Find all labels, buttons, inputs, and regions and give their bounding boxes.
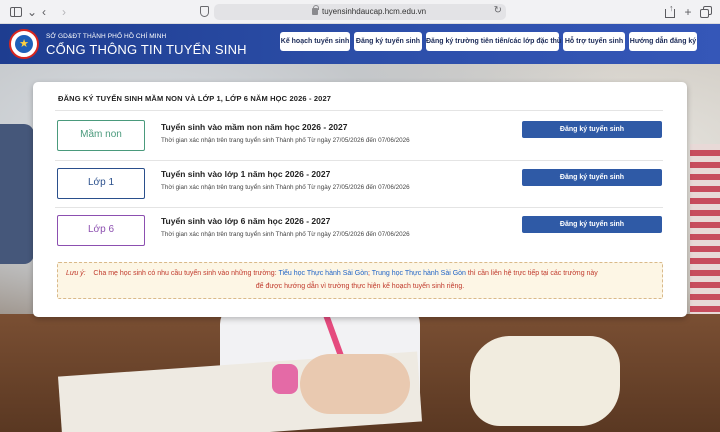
- row-sub-lop-6: Thời gian xác nhận trên trang tuyển sinh…: [161, 231, 410, 238]
- grade-box-lop-1: Lớp 1: [57, 168, 145, 199]
- row-title-mam-non: Tuyển sinh vào mầm non năm học 2026 - 20…: [161, 122, 348, 132]
- card-title: ĐĂNG KÝ TUYỂN SINH MẦM NON VÀ LỚP 1, LỚP…: [58, 94, 332, 103]
- org-name: SỞ GD&ĐT THÀNH PHỐ HỒ CHÍ MINH: [46, 33, 167, 40]
- register-button-lop-1[interactable]: Đăng ký tuyển sinh: [522, 169, 662, 186]
- divider: [55, 207, 663, 208]
- portal-title[interactable]: CỔNG THÔNG TIN TUYỂN SINH: [46, 42, 247, 57]
- row-sub-mam-non: Thời gian xác nhận trên trang tuyển sinh…: [161, 137, 410, 144]
- reload-icon[interactable]: ↻: [494, 5, 502, 16]
- divider: [55, 110, 663, 111]
- url-text: tuyensinhdaucap.hcm.edu.vn: [322, 7, 427, 16]
- divider: [55, 160, 663, 161]
- notice-box: Lưu ý: Cha mẹ học sinh có nhu cầu tuyển …: [57, 262, 663, 299]
- new-tab-icon[interactable]: +: [680, 4, 696, 20]
- address-bar[interactable]: tuyensinhdaucap.hcm.edu.vn ↻: [214, 4, 506, 20]
- nav-register[interactable]: Đăng ký tuyển sinh: [354, 32, 422, 51]
- notice-text: Cha mẹ học sinh có nhu cầu tuyển sinh và…: [93, 270, 279, 277]
- nav-enrollment-plan[interactable]: Kế hoạch tuyển sinh: [280, 32, 350, 51]
- notice-text-cont: thì cần liên hệ trực tiếp tại các trường…: [465, 270, 598, 277]
- nav-guide[interactable]: Hướng dẫn đăng ký: [629, 32, 697, 51]
- share-icon[interactable]: ↑: [662, 4, 678, 20]
- grade-box-lop-6: Lớp 6: [57, 215, 145, 246]
- notice-line-2: để được hướng dẫn vì trường thực hiện kế…: [255, 283, 465, 290]
- forward-arrow-icon[interactable]: ›: [56, 4, 72, 20]
- register-button-mam-non[interactable]: Đăng ký tuyển sinh: [522, 121, 662, 138]
- privacy-shield-icon[interactable]: [196, 4, 212, 20]
- back-arrow-icon[interactable]: ‹: [36, 4, 52, 20]
- registration-card: ĐĂNG KÝ TUYỂN SINH MẦM NON VÀ LỚP 1, LỚP…: [33, 82, 687, 317]
- nav-advanced-schools[interactable]: Đăng ký trường tiên tiến/các lớp đặc thù: [426, 32, 561, 51]
- sidebar-toggle-icon[interactable]: [8, 4, 24, 20]
- notice-label: Lưu ý:: [66, 270, 86, 277]
- row-title-lop-1: Tuyển sinh vào lớp 1 năm học 2026 - 2027: [161, 169, 331, 179]
- row-sub-lop-1: Thời gian xác nhận trên trang tuyển sinh…: [161, 184, 410, 191]
- grade-box-mam-non: Mầm non: [57, 120, 145, 151]
- link-trung-hoc-thuc-hanh[interactable]: Trung học Thực hành Sài Gòn: [372, 270, 466, 277]
- tab-overview-icon[interactable]: [698, 4, 714, 20]
- browser-toolbar: ⌄ ‹ › tuyensinhdaucap.hcm.edu.vn ↻ ↑ +: [0, 0, 720, 24]
- register-button-lop-6[interactable]: Đăng ký tuyển sinh: [522, 216, 662, 233]
- row-title-lop-6: Tuyển sinh vào lớp 6 năm học 2026 - 2027: [161, 216, 331, 226]
- link-tieu-hoc-thuc-hanh[interactable]: Tiểu học Thực hành Sài Gòn: [278, 270, 368, 277]
- nav-support[interactable]: Hỗ trợ tuyển sinh: [563, 32, 625, 51]
- department-logo[interactable]: ★: [9, 29, 39, 59]
- lock-icon: [312, 5, 319, 15]
